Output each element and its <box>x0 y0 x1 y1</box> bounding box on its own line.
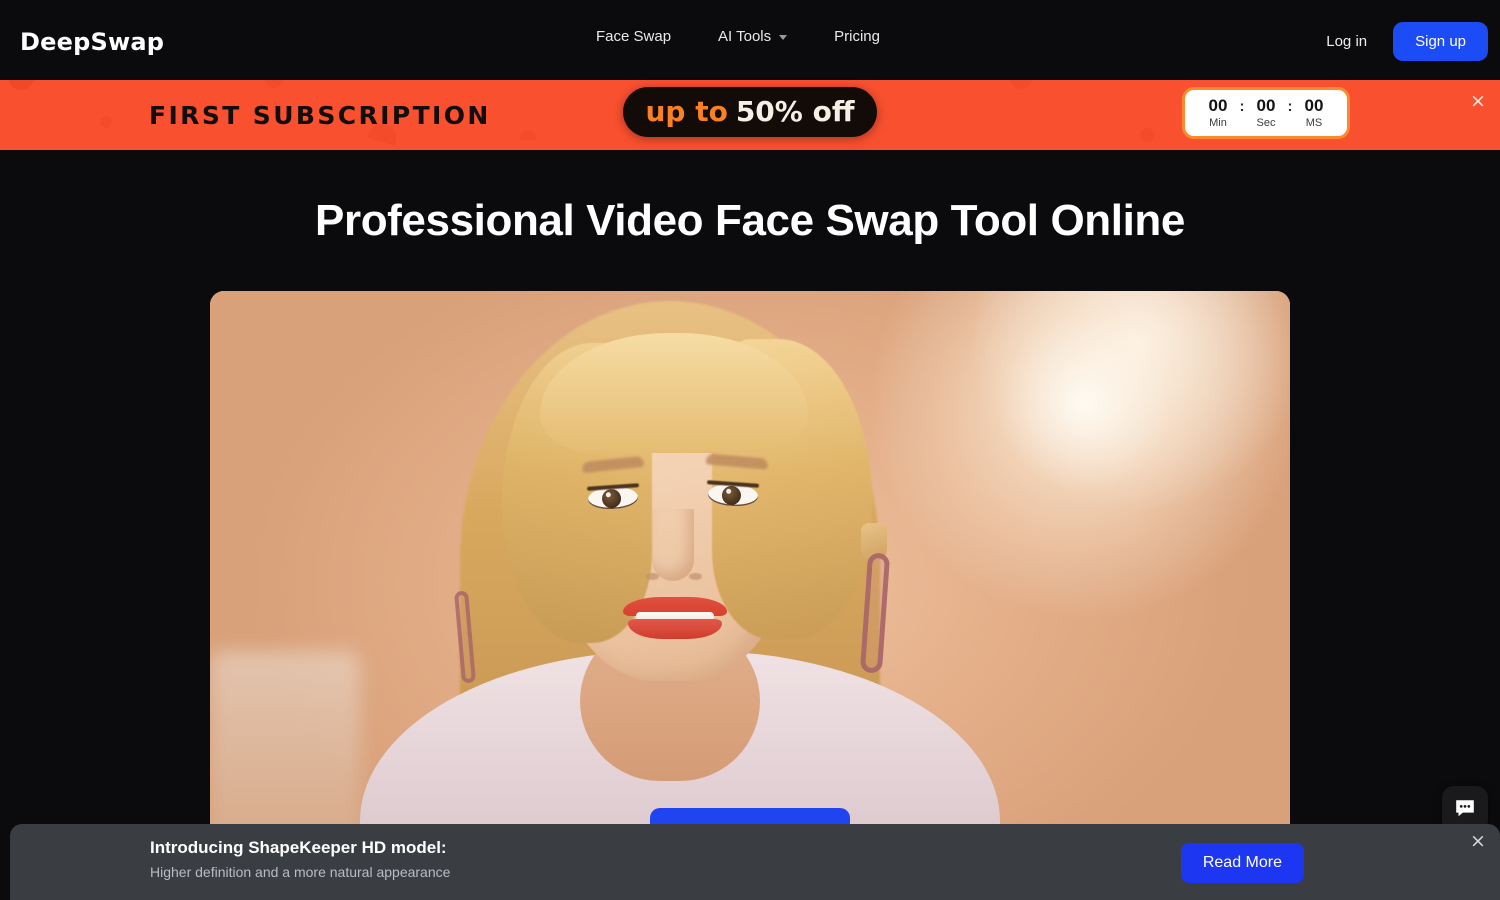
banner-decoration-shape <box>8 80 34 90</box>
portrait-nose <box>652 509 694 581</box>
banner-decoration-shape <box>1140 128 1154 142</box>
countdown-label-spacer <box>1283 117 1297 129</box>
countdown-minutes-label: Min <box>1209 117 1227 129</box>
banner-decoration-shape <box>1010 80 1032 89</box>
page-title: Professional Video Face Swap Tool Online <box>315 196 1185 245</box>
countdown-seconds-label: Sec <box>1256 117 1276 129</box>
nav-item-label: AI Tools <box>718 28 772 45</box>
hero-video-preview[interactable] <box>210 291 1290 851</box>
countdown-values: 00 : 00 : 00 <box>1201 96 1331 116</box>
nav-item-label: Face Swap <box>596 28 672 45</box>
header-actions: Log in Sign up <box>1310 22 1488 61</box>
nav-item-label: Pricing <box>834 28 880 45</box>
portrait-lips <box>623 597 727 639</box>
countdown-label-spacer <box>1235 117 1249 129</box>
portrait-nostril-left <box>646 573 659 580</box>
portrait-iris-left <box>601 488 622 509</box>
main-navigation: Face Swap AI Tools Pricing <box>596 28 902 45</box>
chevron-down-icon <box>779 35 788 40</box>
portrait-nostril-right <box>689 573 702 580</box>
bottom-notification-bar: Introducing ShapeKeeper HD model: Higher… <box>10 824 1500 900</box>
notification-text-group: Introducing ShapeKeeper HD model: Higher… <box>150 838 450 880</box>
read-more-button[interactable]: Read More <box>1180 843 1304 883</box>
notification-close-icon[interactable]: × <box>1461 824 1495 858</box>
brand-logo[interactable]: DeepSwap <box>20 28 164 56</box>
countdown-timer: 00 : 00 : 00 Min Sec MS <box>1182 87 1350 139</box>
nav-item-face-swap[interactable]: Face Swap <box>596 28 693 45</box>
countdown-seconds: 00 <box>1256 96 1276 115</box>
countdown-milliseconds-label: MS <box>1305 117 1323 129</box>
chat-bubble-icon <box>1456 800 1474 817</box>
notification-subtitle: Higher definition and a more natural app… <box>150 864 451 880</box>
countdown-separator: : <box>1239 98 1245 115</box>
promo-close-icon[interactable]: × <box>1464 87 1492 115</box>
notification-title: Introducing ShapeKeeper HD model: <box>150 838 447 857</box>
countdown-milliseconds: 00 <box>1304 96 1324 115</box>
promo-offer-prefix: up to <box>645 95 728 128</box>
countdown-separator: : <box>1287 98 1293 115</box>
promo-offer-amount: 50% off <box>735 95 855 128</box>
portrait-iris-right <box>721 485 742 506</box>
signup-button[interactable]: Sign up <box>1393 22 1488 61</box>
nav-item-pricing[interactable]: Pricing <box>834 28 902 45</box>
promo-title: FIRST SUBSCRIPTION <box>149 100 491 130</box>
countdown-labels: Min Sec MS <box>1201 117 1331 129</box>
page-root: DeepSwap Face Swap AI Tools Pricing Log … <box>0 0 1500 900</box>
login-link[interactable]: Log in <box>1310 25 1383 58</box>
background-blur-element <box>210 651 360 851</box>
portrait-lower-lip <box>628 619 722 639</box>
countdown-minutes: 00 <box>1208 96 1228 115</box>
site-header: DeepSwap Face Swap AI Tools Pricing Log … <box>0 0 1500 80</box>
promo-offer-pill[interactable]: up to 50% off <box>623 87 877 137</box>
hero-portrait-image <box>210 291 1290 851</box>
nav-item-ai-tools[interactable]: AI Tools <box>718 28 809 45</box>
banner-decoration-shape <box>520 130 536 140</box>
banner-decoration-shape <box>100 116 112 128</box>
